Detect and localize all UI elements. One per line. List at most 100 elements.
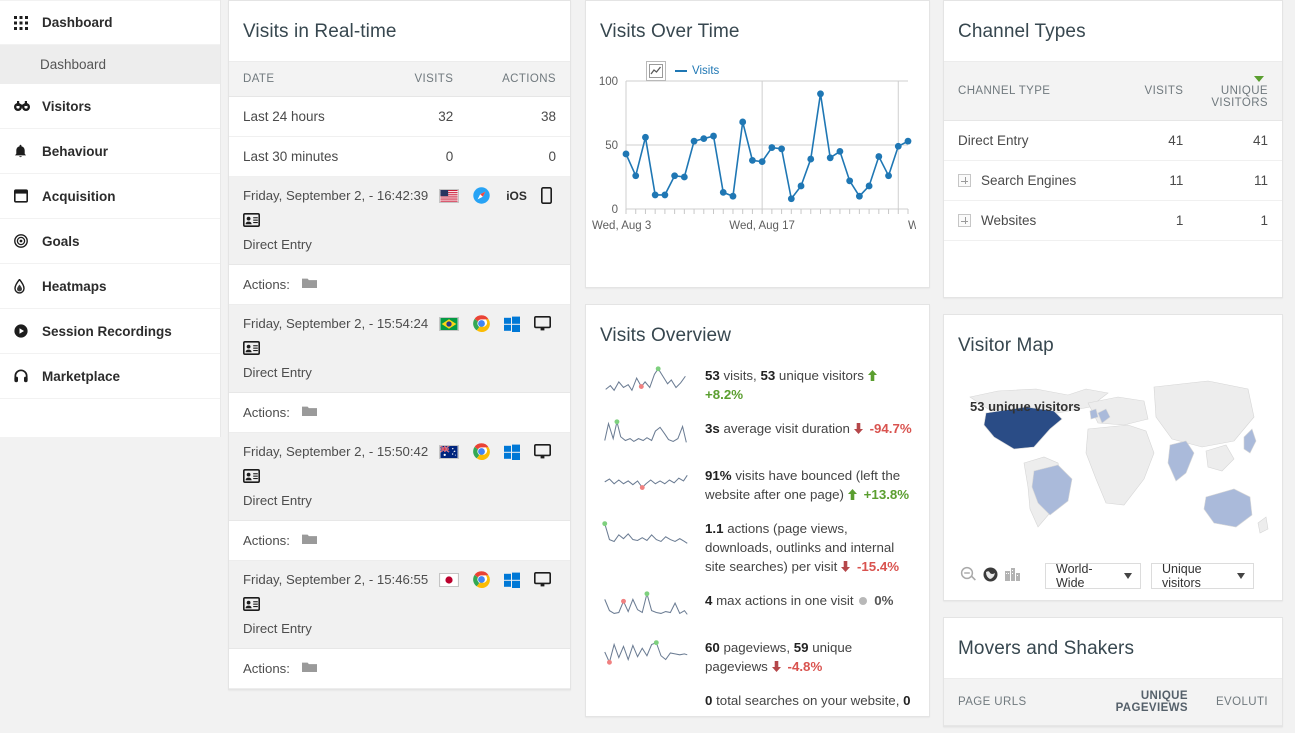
sidebar-item-goals[interactable]: Goals	[0, 219, 220, 264]
table-row[interactable]: Direct Entry 41 41	[944, 120, 1282, 161]
sidebar-subitem-dashboard[interactable]: Dashboard	[0, 45, 220, 84]
arrow-down-icon	[853, 420, 863, 434]
sidebar-item-heatmaps[interactable]: Heatmaps	[0, 264, 220, 309]
chart-legend[interactable]: Visits	[646, 61, 719, 81]
visit-timestamp: Friday, September 2, - 16:42:39	[243, 188, 429, 203]
movers-and-shakers-table: PAGE URLS UNIQUE PAGEVIEWS EVOLUTI	[944, 678, 1282, 726]
visitor-profile-icon[interactable]	[243, 341, 260, 358]
channel-types-table: CHANNEL TYPE VISITS UNIQUE VISITORS Dire…	[944, 61, 1282, 241]
visits-overview-row[interactable]: 60 pageviews, 59 unique pageviews -4.8%	[586, 629, 929, 682]
windows-icon	[504, 572, 521, 588]
widget-title: Visits in Real-time	[243, 21, 397, 42]
column-header-visits[interactable]: VISITS	[383, 61, 468, 97]
metric-change: +8.2%	[705, 387, 744, 402]
metric-change: 0%	[870, 593, 894, 608]
table-header-row: PAGE URLS UNIQUE PAGEVIEWS EVOLUTI	[944, 678, 1282, 726]
actions-label: Actions:	[243, 277, 290, 292]
binoculars-icon	[14, 100, 40, 112]
visitor-profile-icon[interactable]	[243, 213, 260, 230]
dashboard-page: Dashboard Dashboard Visitors Behaviour A…	[0, 0, 1295, 733]
visits-overview-row[interactable]: 3s average visit duration -94.7%	[586, 410, 929, 457]
chart-type-icon[interactable]	[646, 61, 666, 81]
sparkline-visits[interactable]	[600, 363, 695, 398]
sparkline-site-searches[interactable]	[600, 688, 695, 690]
sidebar-item-session-recordings[interactable]: Session Recordings	[0, 309, 220, 354]
sidebar-item-acquisition[interactable]: Acquisition	[0, 174, 220, 219]
visits-overview-row[interactable]: 53 visits, 53 unique visitors +8.2%	[586, 357, 929, 410]
table-row[interactable]: Last 24 hours 32 38	[229, 96, 570, 137]
table-row[interactable]: Last 30 minutes 0 0	[229, 136, 570, 177]
metric-select[interactable]: Unique visitors	[1151, 562, 1254, 590]
visitor-profile-icon[interactable]	[243, 469, 260, 486]
cell-label: Websites	[981, 213, 1037, 228]
sidebar-item-marketplace[interactable]: Marketplace	[0, 354, 220, 399]
cell-unique-visitors: 1	[1197, 200, 1282, 241]
expand-row-icon[interactable]	[958, 174, 971, 187]
folder-icon[interactable]	[301, 661, 317, 676]
column-header-visits[interactable]: VISITS	[1129, 61, 1198, 121]
realtime-visit-row[interactable]: Friday, September 2, - 15:50:42 Direct E…	[229, 433, 570, 521]
metric-change: -94.7%	[865, 421, 912, 436]
smartphone-icon	[540, 187, 552, 204]
play-circle-icon	[14, 324, 40, 338]
svg-text:Wed, Aug 17: Wed, Aug 17	[729, 220, 795, 232]
flag-jp-icon	[439, 572, 460, 587]
realtime-visit-row[interactable]: Friday, September 2, - 15:54:24 Direct E…	[229, 305, 570, 393]
sparkline-avg-duration[interactable]	[600, 416, 695, 451]
map-control-icons	[960, 566, 1021, 586]
region-select[interactable]: World-Wide	[1045, 562, 1141, 590]
sort-descending-caret-icon	[1254, 75, 1264, 82]
column-header-evolution[interactable]: EVOLUTI	[1201, 678, 1282, 726]
table-row[interactable]: Search Engines 11 11	[944, 160, 1282, 201]
folder-icon[interactable]	[301, 405, 317, 420]
sparkline-bounce-rate[interactable]	[600, 463, 695, 498]
sparkline-pageviews[interactable]	[600, 635, 695, 670]
sidebar-item-dashboard[interactable]: Dashboard	[0, 0, 220, 45]
column-header-actions[interactable]: ACTIONS	[467, 61, 570, 97]
column-header-page-urls[interactable]: PAGE URLS	[944, 678, 1095, 726]
widget-visits-overview: Visits Overview 53 visits, 53 unique vis…	[585, 304, 930, 717]
visit-referrer: Direct Entry	[243, 237, 312, 252]
realtime-visit-row[interactable]: Friday, September 2, - 15:46:55 Direct E…	[229, 561, 570, 649]
visit-actions-row: Actions:	[229, 521, 570, 561]
legend-line-swatch	[675, 70, 687, 72]
visits-overview-row[interactable]: 0 total searches on your website, 0	[586, 682, 929, 716]
visit-timestamp: Friday, September 2, - 15:54:24	[243, 316, 429, 331]
world-map-svg[interactable]	[958, 367, 1278, 547]
globe-icon[interactable]	[982, 566, 999, 586]
visits-overview-row[interactable]: 1.1 actions (page views, downloads, outl…	[586, 510, 929, 582]
column-header-channel-type[interactable]: CHANNEL TYPE	[944, 61, 1130, 121]
visitor-profile-icon[interactable]	[243, 597, 260, 614]
svg-text:Wed, Aug 31: Wed, Aug 31	[908, 220, 916, 232]
chart-series-legend[interactable]: Visits	[675, 65, 719, 77]
folder-icon[interactable]	[301, 533, 317, 548]
visits-overview-row[interactable]: 4 max actions in one visit 0%	[586, 582, 929, 629]
sidebar-item-behaviour[interactable]: Behaviour	[0, 129, 220, 174]
expand-row-icon[interactable]	[958, 214, 971, 227]
zoom-out-icon[interactable]	[960, 566, 977, 586]
visit-timestamp: Friday, September 2, - 15:46:55	[243, 572, 429, 587]
table-row[interactable]: Websites 1 1	[944, 200, 1282, 241]
column-header-date[interactable]: DATE	[229, 61, 384, 97]
column-header-unique-visitors[interactable]: UNIQUE VISITORS	[1197, 61, 1282, 121]
folder-icon[interactable]	[301, 277, 317, 292]
column-header-unique-pageviews[interactable]: UNIQUE PAGEVIEWS	[1094, 678, 1202, 726]
sparkline-actions-per-visit[interactable]	[600, 516, 695, 551]
region-select-value: World-Wide	[1056, 562, 1093, 590]
sidebar-item-visitors[interactable]: Visitors	[0, 84, 220, 129]
visitor-map-area[interactable]: 53 unique visitors	[944, 363, 1282, 553]
target-icon	[14, 234, 40, 248]
cell-actions: 0	[467, 136, 570, 177]
cell-visits: 1	[1129, 200, 1198, 241]
svg-text:Wed, Aug 3: Wed, Aug 3	[592, 220, 651, 232]
visits-overview-row[interactable]: 91% visits have bounced (left the websit…	[586, 457, 929, 510]
visits-over-time-chart[interactable]: Visits 0 50 100 Wed, Aug 3 Wed, Aug 17 Wed, A…	[586, 61, 974, 271]
widget-channel-types: Channel Types CHANNEL TYPE VISITS UNIQUE…	[943, 0, 1283, 298]
chevron-down-icon	[1124, 573, 1132, 579]
sparkline-max-actions[interactable]	[600, 588, 695, 623]
cell-actions: 38	[467, 96, 570, 137]
city-icon[interactable]	[1004, 567, 1021, 585]
map-controls: World-Wide Unique visitors	[944, 553, 1282, 605]
realtime-visit-row[interactable]: Friday, September 2, - 16:42:39 iOS Dire…	[229, 177, 570, 265]
column-header-label: UNIQUE VISITORS	[1211, 85, 1268, 109]
